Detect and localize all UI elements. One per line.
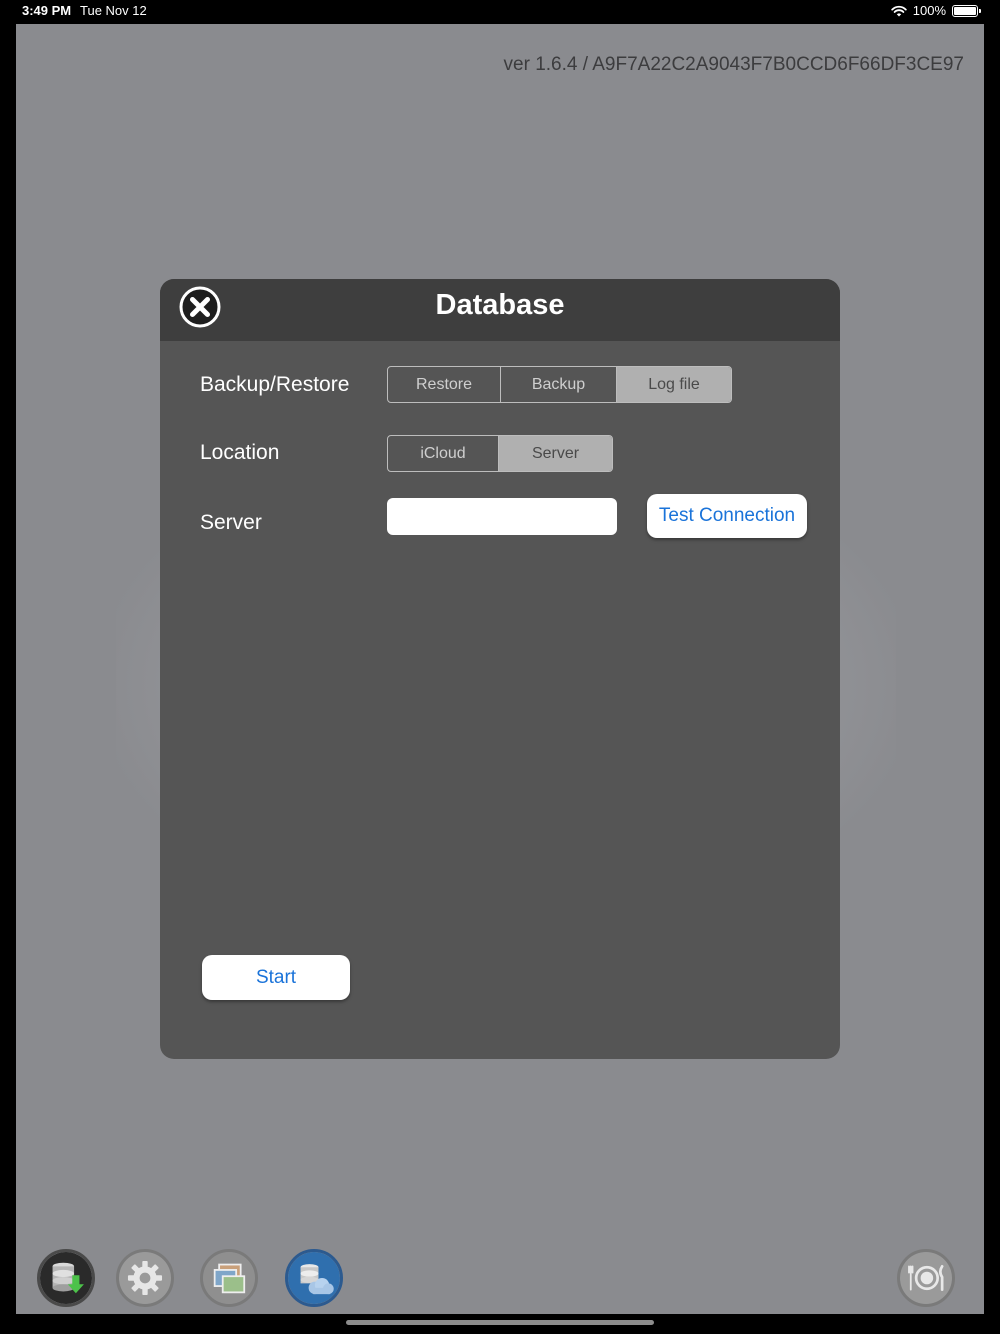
app-screen: ver 1.6.4 / A9F7A22C2A9043F7B0CCD6F66DF3…	[16, 24, 984, 1314]
dialog-header: Database	[160, 279, 840, 341]
plate-fork-knife-icon	[900, 1252, 952, 1304]
database-dialog: Database Backup/Restore Restore Backup L…	[160, 279, 840, 1059]
database-download-icon	[40, 1252, 92, 1304]
backup-restore-segmented-control: Restore Backup Log file	[387, 366, 732, 403]
segment-backup[interactable]: Backup	[501, 367, 617, 402]
location-label: Location	[200, 441, 280, 464]
battery-icon	[952, 4, 981, 17]
segment-icloud[interactable]: iCloud	[388, 436, 499, 471]
status-indicators: 100%	[891, 3, 981, 18]
start-button[interactable]: Start	[202, 955, 350, 1000]
version-label: ver 1.6.4 / A9F7A22C2A9043F7B0CCD6F66DF3…	[503, 54, 964, 75]
status-time: 3:49 PM	[22, 3, 72, 18]
status-date: Tue Nov 12	[80, 3, 147, 18]
photos-button[interactable]	[200, 1249, 258, 1307]
server-input[interactable]	[387, 498, 617, 535]
settings-button[interactable]	[116, 1249, 174, 1307]
database-cloud-icon	[288, 1252, 340, 1304]
restaurant-button[interactable]	[897, 1249, 955, 1307]
battery-percent: 100%	[912, 3, 946, 18]
dialog-title: Database	[435, 289, 565, 321]
test-connection-button[interactable]: Test Connection	[647, 494, 807, 538]
location-segmented-control: iCloud Server	[387, 435, 613, 472]
segment-server[interactable]: Server	[499, 436, 612, 471]
server-label: Server	[200, 511, 262, 534]
database-cloud-button[interactable]	[285, 1249, 343, 1307]
database-download-button[interactable]	[37, 1249, 95, 1307]
segment-log-file[interactable]: Log file	[617, 367, 731, 402]
photos-icon	[203, 1252, 255, 1304]
home-indicator	[346, 1320, 654, 1325]
status-bar: 3:49 PM Tue Nov 12 100%	[0, 0, 1000, 24]
segment-restore[interactable]: Restore	[388, 367, 501, 402]
backup-restore-label: Backup/Restore	[200, 373, 350, 396]
gear-icon	[119, 1252, 171, 1304]
wifi-icon	[891, 5, 907, 17]
